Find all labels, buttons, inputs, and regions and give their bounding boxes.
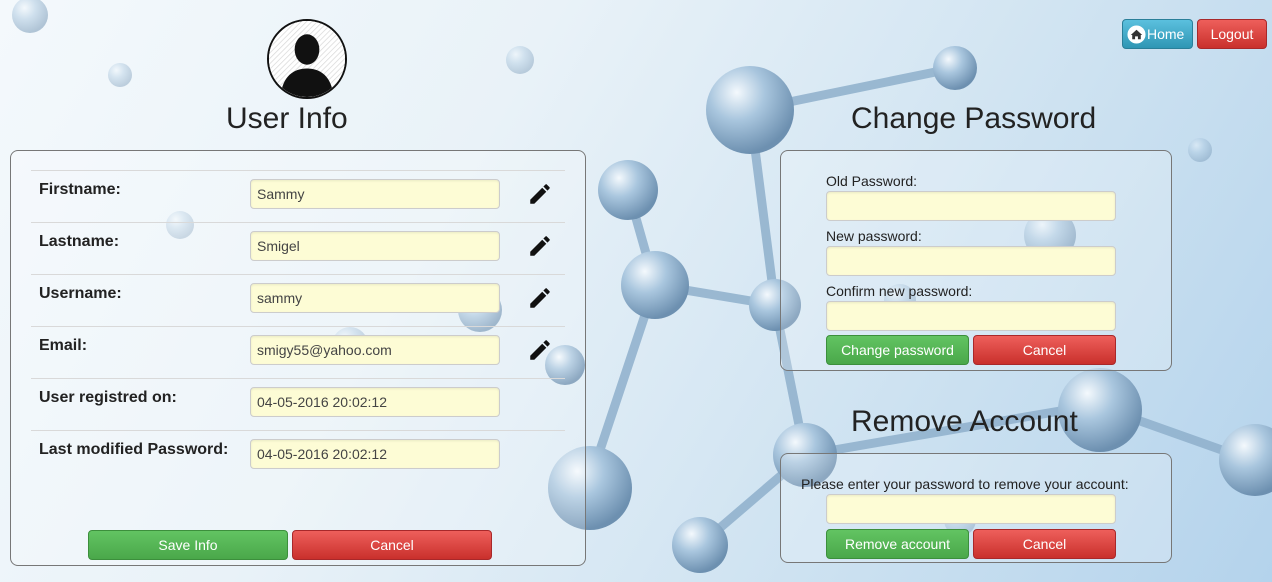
new-password-label: New password:: [826, 228, 922, 244]
confirm-password-field[interactable]: [826, 301, 1116, 331]
password-modified-field: [250, 439, 500, 469]
change-password-panel: Old Password: New password: Confirm new …: [780, 150, 1172, 371]
registered-on-field: [250, 387, 500, 417]
user-info-title: User Info: [226, 102, 348, 135]
remove-account-title: Remove Account: [851, 405, 1078, 438]
new-password-field[interactable]: [826, 246, 1116, 276]
edit-firstname-pencil-icon[interactable]: [527, 181, 553, 207]
edit-lastname-pencil-icon[interactable]: [527, 233, 553, 259]
user-avatar: [267, 19, 347, 99]
email-field[interactable]: [250, 335, 500, 365]
cancel-password-button[interactable]: Cancel: [973, 335, 1116, 365]
remove-account-button[interactable]: Remove account: [826, 529, 969, 559]
firstname-label: Firstname:: [39, 181, 121, 198]
remove-account-prompt: Please enter your password to remove you…: [801, 476, 1129, 492]
home-button-label: Home: [1147, 26, 1185, 42]
old-password-label: Old Password:: [826, 173, 918, 189]
lastname-field[interactable]: [250, 231, 500, 261]
username-field[interactable]: [250, 283, 500, 313]
user-info-panel: Firstname: Lastname: Username: Email: Us…: [10, 150, 586, 566]
registered-on-label: User registred on:: [39, 389, 177, 406]
cancel-remove-button[interactable]: Cancel: [973, 529, 1116, 559]
firstname-row: Firstname:: [31, 170, 565, 222]
save-info-button[interactable]: Save Info: [88, 530, 288, 560]
firstname-field[interactable]: [250, 179, 500, 209]
old-password-field[interactable]: [826, 191, 1116, 221]
change-password-button[interactable]: Change password: [826, 335, 969, 365]
change-password-title: Change Password: [851, 102, 1097, 135]
home-button[interactable]: Home: [1122, 19, 1193, 49]
edit-username-pencil-icon[interactable]: [527, 285, 553, 311]
edit-email-pencil-icon[interactable]: [527, 337, 553, 363]
email-row: Email:: [31, 326, 565, 378]
lastname-row: Lastname:: [31, 222, 565, 274]
email-label: Email:: [39, 337, 88, 354]
lastname-label: Lastname:: [39, 233, 120, 250]
logout-button[interactable]: Logout: [1197, 19, 1267, 49]
username-row: Username:: [31, 274, 565, 326]
password-modified-label: Last modified Password:: [39, 441, 229, 458]
confirm-password-label: Confirm new password:: [826, 283, 973, 299]
registered-on-row: User registred on:: [31, 378, 565, 430]
home-icon: [1127, 25, 1146, 44]
username-label: Username:: [39, 285, 122, 302]
password-modified-row: Last modified Password:: [31, 430, 565, 482]
remove-account-password-field[interactable]: [826, 494, 1116, 524]
remove-account-panel: Please enter your password to remove you…: [780, 453, 1172, 563]
cancel-info-button[interactable]: Cancel: [292, 530, 492, 560]
avatar-silhouette-icon: [269, 21, 345, 97]
